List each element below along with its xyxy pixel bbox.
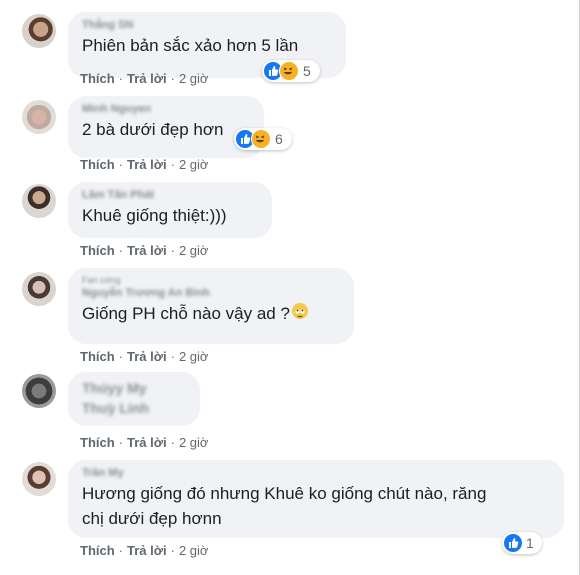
comment-text: Giống PH chỗ nào vậy ad ? [82, 301, 340, 326]
comment-actions: Thích · Trả lời · 2 giờ [80, 157, 209, 172]
commenter-name[interactable]: Lâm Tấn Phát [82, 188, 258, 203]
commenter-name[interactable]: Trần My [82, 466, 550, 481]
avatar[interactable] [22, 462, 56, 496]
commenter-name[interactable]: Minh Nguyen [82, 102, 250, 117]
comment-bubble: Lâm Tấn Phát Khuê giống thiệt:))) [68, 182, 272, 238]
fan-badge: Fan cứng [82, 275, 121, 285]
avatar[interactable] [22, 184, 56, 218]
comment-bubble: Trần My Hương giống đó nhưng Khuê ko giố… [68, 460, 564, 538]
timestamp[interactable]: 2 giờ [179, 349, 209, 364]
reaction-count: 6 [275, 131, 283, 147]
comment-bubble: Minh Nguyen 2 bà dưới đẹp hơn [68, 96, 264, 158]
commenter-name[interactable]: Thắng SN [82, 18, 332, 33]
commenter-name[interactable]: Thúyy My [82, 378, 186, 398]
comment-text: Phiên bản sắc xảo hơn 5 lần [82, 36, 299, 55]
comment-text-line: Hương giống đó nhưng Khuê ko giống chút … [82, 484, 487, 503]
reply-button[interactable]: Trả lời [127, 157, 167, 172]
reply-button[interactable]: Trả lời [127, 543, 167, 558]
timestamp[interactable]: 2 giờ [179, 71, 209, 86]
comment-text-line: chị dưới đẹp hơnn [82, 509, 222, 528]
comment-text: Khuê giống thiệt:))) [82, 206, 227, 225]
like-button[interactable]: Thích [80, 435, 115, 450]
like-button[interactable]: Thích [80, 157, 115, 172]
comment-text: 2 bà dưới đẹp hơn [82, 120, 224, 139]
reply-button[interactable]: Trả lời [127, 435, 167, 450]
avatar[interactable] [22, 100, 56, 134]
reply-button[interactable]: Trả lời [127, 71, 167, 86]
comment-actions: Thích · Trả lời · 2 giờ [80, 243, 209, 258]
avatar[interactable] [22, 374, 56, 408]
comment-actions: Thích · Trả lời · 2 giờ [80, 543, 209, 558]
tagged-name[interactable]: Thuỳ Linh [82, 398, 186, 418]
rolling-eyes-emoji [291, 303, 308, 319]
reactions-summary[interactable]: 1 [502, 532, 542, 554]
haha-icon [251, 129, 271, 149]
reaction-count: 1 [526, 535, 534, 551]
comment-actions: Thích · Trả lời · 2 giờ [80, 71, 209, 86]
avatar[interactable] [22, 14, 56, 48]
reactions-summary[interactable]: 6 [234, 128, 292, 150]
commenter-name[interactable]: Nguyễn Trương An Bình [82, 286, 340, 301]
reply-button[interactable]: Trả lời [127, 349, 167, 364]
like-button[interactable]: Thích [80, 543, 115, 558]
reaction-count: 5 [303, 63, 311, 79]
comment-actions: Thích · Trả lời · 2 giờ [80, 435, 209, 450]
comment-actions: Thích · Trả lời · 2 giờ [80, 349, 209, 364]
timestamp[interactable]: 2 giờ [179, 243, 209, 258]
reactions-summary[interactable]: 5 [262, 60, 320, 82]
reply-button[interactable]: Trả lời [127, 243, 167, 258]
timestamp[interactable]: 2 giờ [179, 157, 209, 172]
avatar[interactable] [22, 272, 56, 306]
timestamp[interactable]: 2 giờ [179, 543, 209, 558]
haha-icon [279, 61, 299, 81]
comment-bubble: Fan cứng Nguyễn Trương An Bình Giống PH … [68, 268, 354, 344]
timestamp[interactable]: 2 giờ [179, 435, 209, 450]
like-button[interactable]: Thích [80, 243, 115, 258]
like-button[interactable]: Thích [80, 349, 115, 364]
comment-bubble: Thúyy My Thuỳ Linh [68, 372, 200, 426]
like-icon [504, 534, 522, 552]
like-button[interactable]: Thích [80, 71, 115, 86]
